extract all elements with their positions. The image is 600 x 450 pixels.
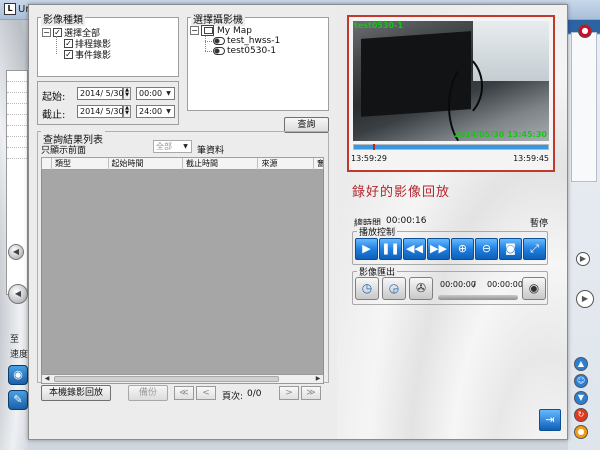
- fast-forward-icon[interactable]: ▶▶: [427, 238, 450, 260]
- camera-select-title: 選擇攝影機: [191, 11, 245, 26]
- video-end-time: 13:59:45: [513, 154, 549, 163]
- scrollbar-thumb[interactable]: [54, 376, 279, 382]
- page-label: 頁次:: [222, 392, 244, 402]
- playback-control-title: 播放控制: [357, 225, 398, 238]
- column-header-source[interactable]: 來源: [258, 158, 315, 170]
- export-separator: /: [473, 280, 476, 289]
- chevron-down-icon: ▼: [183, 143, 188, 150]
- scroll-left-icon[interactable]: ◀: [42, 375, 52, 383]
- background-camera-icon[interactable]: ◉: [8, 365, 28, 385]
- background-list: [6, 70, 28, 295]
- background-up-icon[interactable]: ▲: [574, 357, 588, 371]
- video-progress-fill: [354, 145, 548, 149]
- video-start-time: 13:59:29: [351, 154, 387, 163]
- background-label-to: 至: [10, 335, 20, 345]
- start-date-input[interactable]: 2014/ 5/30: [77, 87, 124, 100]
- play-icon[interactable]: ▶: [355, 238, 378, 260]
- playback-status: 暫停: [530, 219, 549, 229]
- video-progress-track[interactable]: [353, 144, 549, 150]
- export-range-slider[interactable]: [438, 295, 518, 300]
- column-header-start[interactable]: 起始時間: [109, 158, 183, 170]
- clock-end-icon[interactable]: ◶: [382, 277, 406, 300]
- film-reel-icon[interactable]: ✇: [409, 277, 433, 300]
- zoom-in-icon[interactable]: ⊕: [451, 238, 474, 260]
- column-header-type[interactable]: 類型: [52, 158, 109, 170]
- background-label-speed: 速度: [10, 350, 29, 360]
- background-alert-icon[interactable]: ●: [574, 425, 588, 439]
- backup-button[interactable]: 備份: [128, 385, 168, 401]
- video-type-title: 影像種類: [41, 11, 85, 26]
- zoom-out-icon[interactable]: ⊖: [475, 238, 498, 260]
- camera-icon: [213, 37, 225, 45]
- background-user-icon[interactable]: ☺: [574, 374, 588, 388]
- results-table-header: 類型 起始時間 截止時間 來源 奮: [41, 157, 324, 170]
- tree-collapse-icon[interactable]: −: [42, 28, 51, 37]
- playback-title: 錄好的影像回放: [352, 185, 451, 200]
- select-all-checkbox[interactable]: ✓: [53, 28, 62, 37]
- first-page-icon[interactable]: ≪: [174, 386, 194, 400]
- camera-tree-root[interactable]: − My Map: [190, 25, 252, 36]
- snapshot-icon[interactable]: ◙: [499, 238, 522, 260]
- video-progress-marker[interactable]: [373, 144, 375, 150]
- fullscreen-icon[interactable]: ⤢: [523, 238, 546, 260]
- eye-icon[interactable]: ◉: [522, 277, 546, 300]
- background-refresh-icon[interactable]: ↻: [574, 408, 588, 422]
- background-right-arrow-icon[interactable]: ▶: [576, 252, 590, 266]
- background-left-nav-icon[interactable]: ◀: [8, 284, 28, 304]
- event-checkbox[interactable]: ✓: [64, 50, 73, 59]
- end-date-input[interactable]: 2014/ 5/30: [77, 105, 124, 118]
- scroll-right-icon[interactable]: ▶: [313, 375, 323, 383]
- background-right-panel: [571, 32, 597, 182]
- column-header-end[interactable]: 截止時間: [183, 158, 259, 170]
- video-frame-image: test0530-1 2014/05/30 13:45:30: [353, 21, 549, 141]
- video-type-item-event[interactable]: ✓ 事件錄影: [64, 48, 111, 61]
- map-icon: [201, 25, 214, 36]
- results-show-label: 只顯示前面: [41, 146, 87, 156]
- camera-icon: [213, 47, 225, 55]
- clock-icon[interactable]: ◷: [355, 277, 379, 300]
- column-header-extra[interactable]: 奮: [314, 158, 323, 170]
- pause-icon[interactable]: ❚❚: [379, 238, 402, 260]
- camera-item-label: test0530-1: [227, 46, 277, 56]
- background-right-nav-icon[interactable]: ▶: [576, 290, 594, 308]
- exit-icon[interactable]: ⇥: [539, 409, 561, 431]
- local-playback-button[interactable]: 本機錄影回放: [41, 385, 111, 401]
- page-value: 0/0: [247, 389, 262, 399]
- chevron-down-icon: ▼: [166, 108, 171, 115]
- camera-item[interactable]: test0530-1: [213, 46, 276, 56]
- playback-dialog: 影像種類 − ✓ 選擇全部 ✓ 排程錄影 ✓ 事件錄影 選擇攝影機 − My M…: [28, 4, 568, 440]
- background-stop-icon[interactable]: ●: [578, 24, 592, 38]
- video-type-item-label: 事件錄影: [75, 51, 112, 61]
- results-count-suffix: 筆資料: [197, 146, 225, 156]
- chevron-down-icon: ▼: [166, 90, 171, 97]
- background-down-icon[interactable]: ▼: [574, 391, 588, 405]
- background-left-arrow-icon[interactable]: ◀: [8, 244, 24, 260]
- tree-collapse-icon[interactable]: −: [190, 26, 199, 35]
- video-camera-name: test0530-1: [354, 21, 403, 30]
- end-time-select[interactable]: 24:00 ▼: [136, 105, 175, 118]
- previous-page-icon[interactable]: <: [196, 386, 216, 400]
- camera-item-label: test_hwss-1: [227, 36, 281, 46]
- result-count-select[interactable]: 全部 ▼: [153, 140, 192, 153]
- export-end-time: 00:00:00: [487, 280, 523, 289]
- start-date-spinner[interactable]: ▲ ▼: [123, 87, 131, 100]
- next-page-icon[interactable]: >: [279, 386, 299, 400]
- app-icon: L: [4, 3, 16, 15]
- video-preview[interactable]: test0530-1 2014/05/30 13:45:30 13:59:29 …: [347, 15, 555, 172]
- export-start-time: 00:00:00: [440, 280, 476, 289]
- end-label: 截止:: [42, 110, 66, 121]
- video-timestamp: 2014/05/30 13:45:30: [454, 130, 547, 139]
- scheduled-checkbox[interactable]: ✓: [64, 39, 73, 48]
- rewind-icon[interactable]: ◀◀: [403, 238, 426, 260]
- last-page-icon[interactable]: ≫: [301, 386, 321, 400]
- end-date-spinner[interactable]: ▲ ▼: [123, 105, 131, 118]
- camera-tree-root-label: My Map: [217, 25, 252, 36]
- results-horizontal-scrollbar[interactable]: ◀ ▶: [41, 374, 324, 384]
- background-tool-icon[interactable]: ✎: [8, 390, 28, 410]
- results-table-body[interactable]: [41, 170, 324, 375]
- camera-item[interactable]: test_hwss-1: [213, 36, 280, 46]
- start-time-select[interactable]: 00:00 ▼: [136, 87, 175, 100]
- start-label: 起始:: [42, 92, 66, 103]
